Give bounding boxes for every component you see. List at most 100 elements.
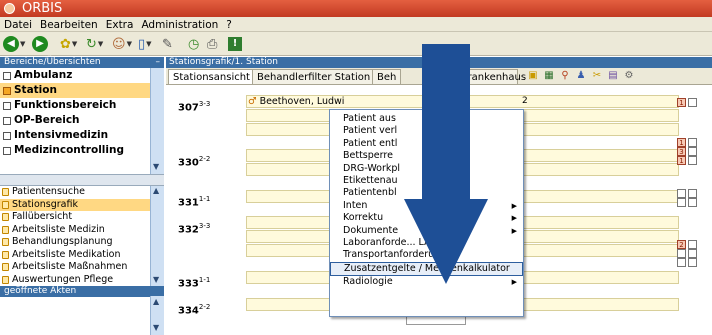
scroll-down-icon[interactable]: ▼ <box>153 275 159 284</box>
function-label: Patientensuche <box>12 186 86 197</box>
scroll-up-icon[interactable]: ▲ <box>153 297 159 306</box>
pin-icon <box>2 225 9 234</box>
submenu-arrow-icon: ▶ <box>511 201 517 210</box>
refresh-icon: ↻ <box>86 36 97 52</box>
menu-item-label: Korrektu <box>343 212 384 224</box>
function-item-auswertungen-pflege[interactable]: Auswertungen Pflege <box>0 274 150 287</box>
collapse-button[interactable]: – <box>156 57 161 68</box>
menu-help[interactable]: ? <box>222 17 236 32</box>
area-list-scrollbar[interactable]: ▼ <box>150 68 164 174</box>
bed-info: 2 <box>522 96 528 106</box>
cycle-button[interactable]: ✿ ▼ <box>60 35 77 53</box>
function-item-falluebersicht[interactable]: Fallübersicht <box>0 211 150 224</box>
status-indicator[interactable]: 1 <box>677 156 686 165</box>
status-indicator-empty[interactable] <box>688 138 697 147</box>
area-item-station[interactable]: Station <box>0 83 150 98</box>
person-icon[interactable]: ♟ <box>575 70 587 81</box>
status-indicator[interactable]: 3 <box>677 147 686 156</box>
area-item-op-bereich[interactable]: OP-Bereich <box>0 113 150 128</box>
room-number: 331 <box>178 197 199 209</box>
status-indicator-empty[interactable] <box>688 240 697 249</box>
scroll-down-icon[interactable]: ▼ <box>153 162 159 171</box>
function-item-arbeitsliste-medizin[interactable]: Arbeitsliste Medizin <box>0 224 150 237</box>
back-button[interactable]: ◀ ▼ <box>3 35 25 53</box>
back-arrow-icon: ◀ <box>3 36 19 52</box>
status-indicator-empty[interactable] <box>677 258 686 267</box>
menu-datei[interactable]: Datei <box>0 17 36 32</box>
status-indicator-empty[interactable] <box>677 189 686 198</box>
status-indicator[interactable]: 2 <box>677 240 686 249</box>
menu-bearbeiten[interactable]: Bearbeiten <box>36 17 102 32</box>
menu-extra[interactable]: Extra <box>102 17 138 32</box>
room-capacity: 2-2 <box>198 303 211 311</box>
grid-icon[interactable]: ▦ <box>543 70 555 81</box>
area-item-funktionsbereich[interactable]: Funktionsbereich <box>0 98 150 113</box>
status-indicator-empty[interactable] <box>688 198 697 207</box>
function-item-behandlungsplanung[interactable]: Behandlungsplanung <box>0 236 150 249</box>
area-label: OP-Bereich <box>14 114 80 126</box>
function-item-patientensuche[interactable]: Patientensuche <box>0 186 150 199</box>
function-item-arbeitsliste-medikation[interactable]: Arbeitsliste Medikation <box>0 249 150 262</box>
tab-behandlerfilter-station[interactable]: Behandlerfilter Station <box>252 69 376 84</box>
open-files-scrollbar[interactable]: ▲ ▼ <box>150 296 164 335</box>
scroll-up-icon[interactable]: ▲ <box>153 186 159 195</box>
refresh-button[interactable]: ↻ ▼ <box>86 35 103 53</box>
status-indicator[interactable]: 1 <box>677 138 686 147</box>
sidebar-header-label: Bereiche/Übersichten <box>4 57 101 67</box>
status-indicator-empty[interactable] <box>688 98 697 107</box>
link-icon[interactable]: ⚲ <box>559 70 571 81</box>
room-label: 3323-3 <box>178 222 210 235</box>
function-item-arbeitsliste-massnahmen[interactable]: Arbeitsliste Maßnahmen <box>0 261 150 274</box>
pin-icon <box>2 188 9 196</box>
function-item-stationsgrafik[interactable]: Stationsgrafik <box>0 198 150 211</box>
edit-button[interactable]: ✎ <box>162 35 173 53</box>
sidebar-splitter[interactable] <box>0 174 164 186</box>
area-item-ambulanz[interactable]: Ambulanz <box>0 68 150 83</box>
room-label: 3302-2 <box>178 155 210 168</box>
menu-item-label: Dokumente <box>343 224 399 236</box>
status-indicator-empty[interactable] <box>688 189 697 198</box>
status-indicator-empty[interactable] <box>688 147 697 156</box>
function-list-scrollbar[interactable]: ▲ ▼ <box>150 186 164 286</box>
pin-icon <box>2 238 9 246</box>
open-files-header[interactable]: geöffnete Akten <box>0 286 164 297</box>
tab-behandlerfilter[interactable]: Beh <box>372 69 402 84</box>
menu-item-label: Bettsperre <box>343 150 393 162</box>
tab-stationsansicht[interactable]: Stationsansicht <box>168 69 255 84</box>
checkbox-icon <box>3 87 11 95</box>
forward-button[interactable]: ▶ <box>32 35 48 53</box>
menu-item-label: Etikettenau <box>343 175 398 186</box>
print-button[interactable]: ⎙ <box>207 35 217 53</box>
area-label: Ambulanz <box>14 69 73 81</box>
checkbox-icon <box>3 72 11 80</box>
menu-item-label: Radiologie <box>343 276 393 287</box>
person-button[interactable]: ☺ ▼ <box>112 35 132 53</box>
tools-icon[interactable]: ✂ <box>591 70 603 81</box>
dropdown-icon: ▼ <box>71 40 78 48</box>
status-indicator-empty[interactable] <box>688 258 697 267</box>
status-indicator-empty[interactable] <box>688 156 697 165</box>
room-capacity: 3-3 <box>198 100 211 108</box>
area-item-intensivmedizin[interactable]: Intensivmedizin <box>0 128 150 143</box>
status-indicator-empty[interactable] <box>677 249 686 258</box>
document-icon: ▯ <box>138 36 146 52</box>
menu-item-label: Patient aus <box>343 113 396 124</box>
settings-icon[interactable]: ⚙ <box>623 70 635 81</box>
view-icon[interactable]: ▤ <box>607 70 619 81</box>
folder-icon[interactable]: ▣ <box>527 70 539 81</box>
scroll-down-icon[interactable]: ▼ <box>153 323 159 332</box>
new-document-button[interactable]: ▯ ▼ <box>138 35 152 53</box>
alert-button[interactable]: ! <box>228 35 242 53</box>
open-files-list <box>0 297 150 335</box>
area-item-medizincontrolling[interactable]: Medizincontrolling <box>0 143 150 158</box>
status-indicator-empty[interactable] <box>688 249 697 258</box>
room-capacity: 1-1 <box>198 195 211 203</box>
checkbox-icon <box>3 102 11 110</box>
menu-administration[interactable]: Administration <box>137 17 222 32</box>
dropdown-icon: ▼ <box>126 40 132 48</box>
status-indicator[interactable]: 1 <box>677 98 686 107</box>
status-indicator-empty[interactable] <box>677 198 686 207</box>
clock-button[interactable]: ◷ <box>188 35 199 53</box>
patient-entry[interactable]: ♂ Beethoven, Ludwi <box>248 96 344 108</box>
menu-item-label: Patient entl <box>343 137 398 149</box>
